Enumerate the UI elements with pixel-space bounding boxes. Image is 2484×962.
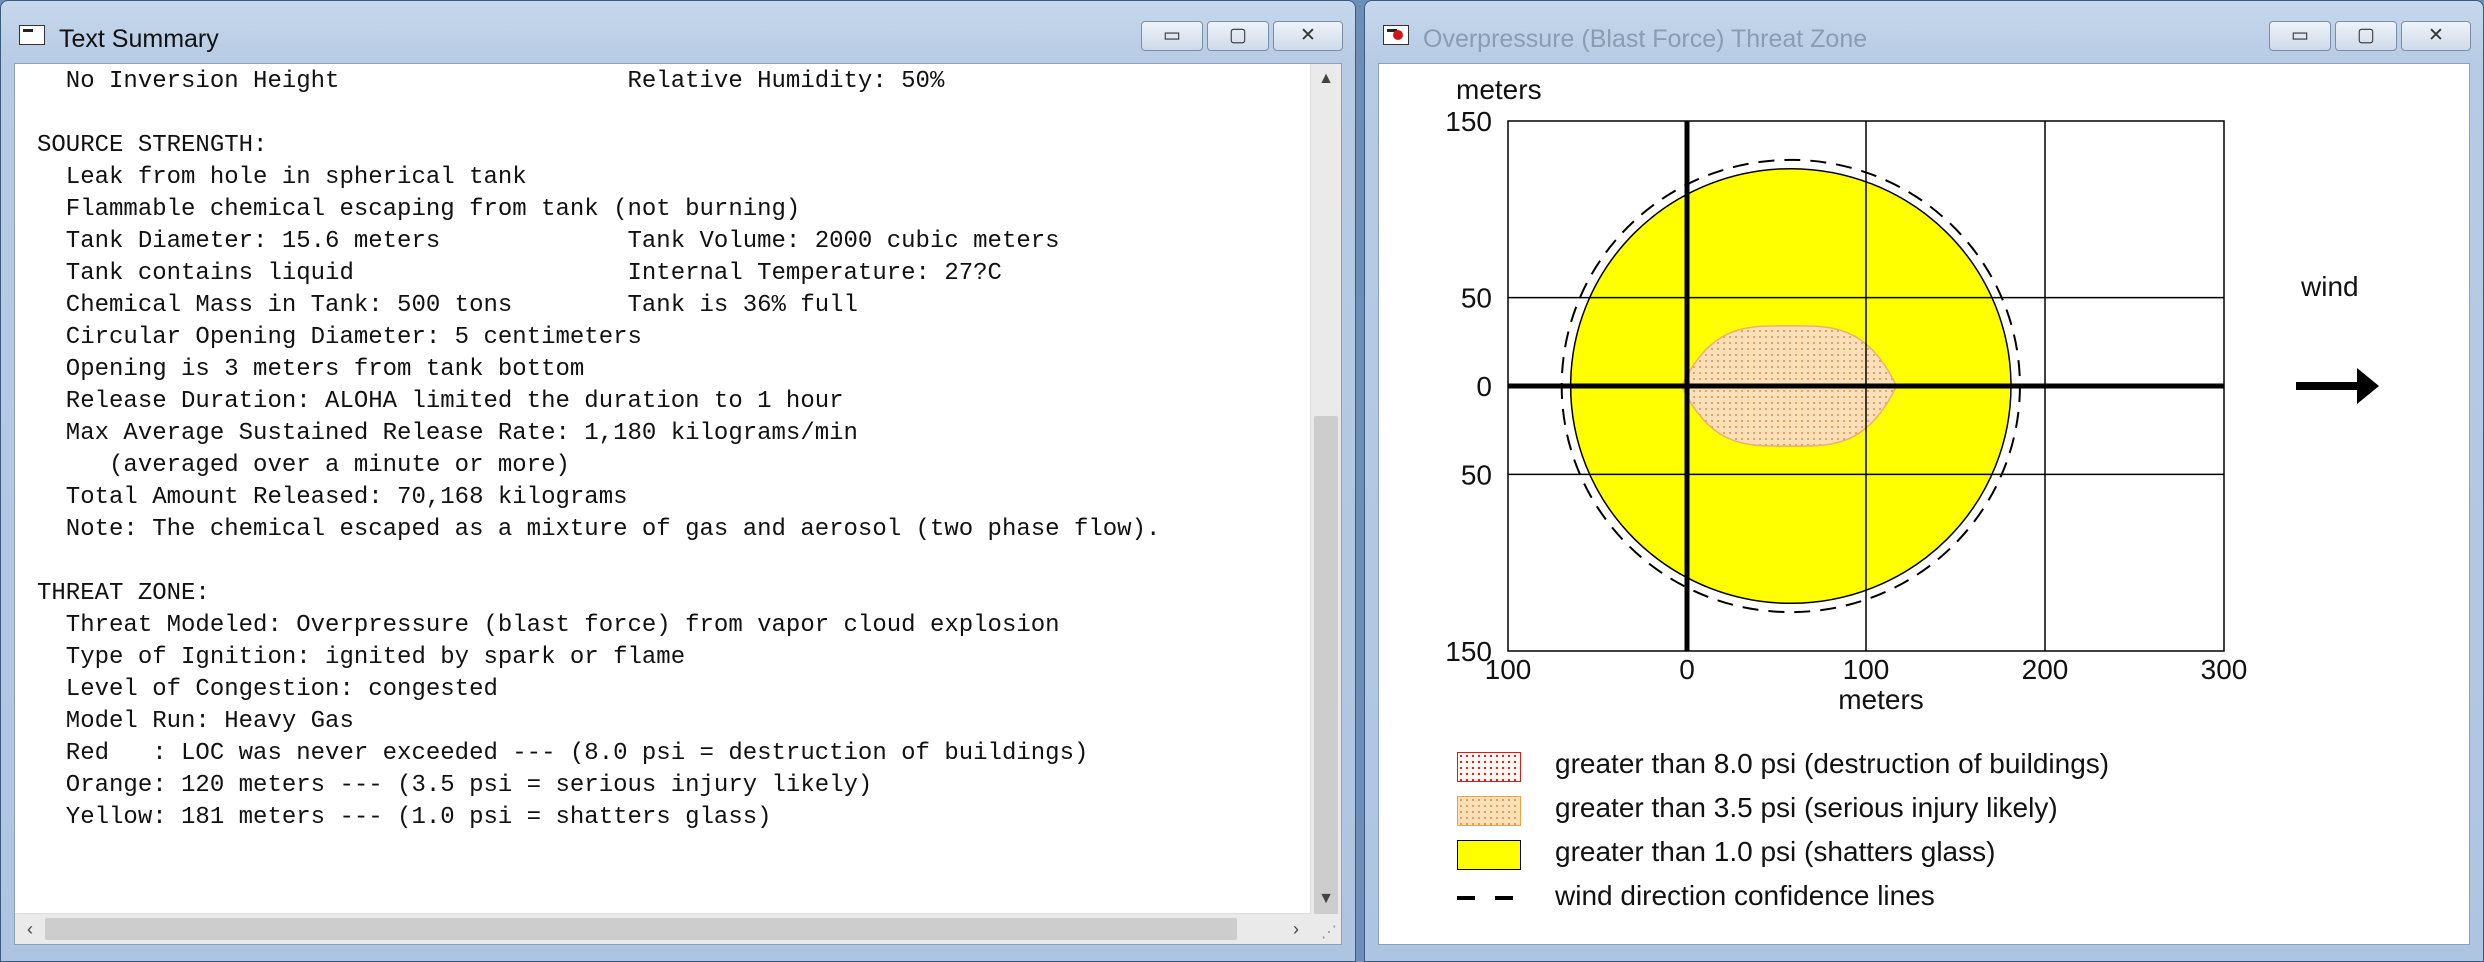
- close-button[interactable]: ✕: [1273, 21, 1343, 51]
- title-bar[interactable]: Overpressure (Blast Force) Threat Zone ▭…: [1365, 1, 2483, 63]
- window-app-icon: [19, 25, 45, 45]
- summary-line: [37, 546, 1311, 578]
- vertical-scroll-thumb[interactable]: [1314, 416, 1338, 938]
- title-bar[interactable]: Text Summary ▭ ▢ ✕: [1, 1, 1355, 63]
- x-tick-label: 200: [2022, 654, 2069, 685]
- summary-line: (averaged over a minute or more): [37, 452, 570, 479]
- summary-line: Circular Opening Diameter: 5 centimeters: [37, 324, 642, 351]
- legend-label: greater than 1.0 psi (shatters glass): [1555, 836, 1996, 867]
- scroll-up-icon[interactable]: ▲: [1311, 64, 1341, 94]
- summary-line: [37, 98, 1311, 130]
- summary-line: Note: The chemical escaped as a mixture …: [37, 516, 1161, 543]
- x-tick-label: 0: [1679, 654, 1695, 685]
- vertical-scrollbar[interactable]: ▲ ▼: [1310, 64, 1341, 938]
- summary-line: Leak from hole in spherical tank: [37, 164, 527, 191]
- x-tick-label: 100: [1843, 654, 1890, 685]
- y-tick-label: 50: [1461, 283, 1492, 314]
- summary-line: THREAT ZONE:: [37, 580, 210, 607]
- legend-label: wind direction confidence lines: [1555, 880, 1935, 911]
- summary-text-area[interactable]: No Inversion Height Relative Humidity: 5…: [15, 64, 1311, 914]
- threat-zone-plot-pane: 100 0 100 200 300 150 50 0 50 150 meters meters wind…: [1378, 63, 2470, 945]
- summary-line: Max Average Sustained Release Rate: 1,18…: [37, 420, 858, 447]
- summary-line: SOURCE STRENGTH:: [37, 132, 268, 159]
- legend-swatch-red: [1457, 752, 1521, 782]
- summary-line: Chemical Mass in Tank: 500 tons Tank is …: [37, 292, 858, 319]
- legend-swatch-yellow: [1457, 840, 1521, 870]
- summary-line: Tank Diameter: 15.6 meters Tank Volume: …: [37, 228, 1060, 255]
- summary-line: Type of Ignition: ignited by spark or fl…: [37, 644, 686, 671]
- resize-grip-icon[interactable]: [1311, 914, 1341, 944]
- summary-line: Flammable chemical escaping from tank (n…: [37, 196, 801, 223]
- y-tick-label: 0: [1476, 371, 1492, 402]
- legend-swatch-dash: [1457, 896, 1521, 900]
- summary-line: Orange: 120 meters --- (3.5 psi = seriou…: [37, 772, 873, 799]
- maximize-button[interactable]: ▢: [1207, 21, 1269, 51]
- minimize-button[interactable]: ▭: [1141, 21, 1203, 51]
- scroll-right-icon[interactable]: ›: [1281, 914, 1311, 944]
- summary-line: Model Run: Heavy Gas: [37, 708, 354, 735]
- y-tick-label: 150: [1445, 106, 1492, 137]
- summary-line: Opening is 3 meters from tank bottom: [37, 356, 585, 383]
- summary-line: Tank contains liquid Internal Temperatur…: [37, 260, 1002, 287]
- scroll-left-icon[interactable]: ‹: [15, 914, 45, 944]
- horizontal-scroll-thumb[interactable]: [45, 918, 1237, 940]
- wind-arrowhead-icon: [2357, 368, 2379, 404]
- x-axis-label: meters: [1838, 684, 1924, 715]
- summary-line: Release Duration: ALOHA limited the dura…: [37, 388, 844, 415]
- summary-line: Yellow: 181 meters --- (1.0 psi = shatte…: [37, 804, 772, 831]
- window-title: Text Summary: [59, 25, 219, 53]
- legend-swatch-orange: [1457, 796, 1521, 826]
- minimize-button[interactable]: ▭: [2269, 21, 2331, 51]
- x-tick-label: 300: [2201, 654, 2248, 685]
- scroll-down-icon[interactable]: ▼: [1311, 884, 1341, 914]
- text-summary-window: Text Summary ▭ ▢ ✕ No Inversion Height R…: [0, 0, 1356, 962]
- window-title: Overpressure (Blast Force) Threat Zone: [1423, 25, 1868, 53]
- y-tick-label: 150: [1445, 636, 1492, 667]
- summary-line: Level of Congestion: congested: [37, 676, 498, 703]
- summary-line: Red : LOC was never exceeded --- (8.0 ps…: [37, 740, 1089, 767]
- legend-label: greater than 3.5 psi (serious injury lik…: [1555, 792, 2058, 823]
- text-summary-pane: No Inversion Height Relative Humidity: 5…: [14, 63, 1342, 945]
- horizontal-scrollbar[interactable]: ‹ ›: [15, 913, 1311, 944]
- threat-zone-window: Overpressure (Blast Force) Threat Zone ▭…: [1364, 0, 2484, 962]
- close-button[interactable]: ✕: [2401, 21, 2471, 51]
- window-app-icon: [1383, 25, 1409, 45]
- y-axis-label: meters: [1456, 74, 1542, 105]
- legend-label: greater than 8.0 psi (destruction of bui…: [1555, 748, 2110, 779]
- maximize-button[interactable]: ▢: [2335, 21, 2397, 51]
- y-tick-label: 50: [1461, 459, 1492, 490]
- summary-line: Threat Modeled: Overpressure (blast forc…: [37, 612, 1060, 639]
- wind-label: wind: [2300, 271, 2359, 302]
- summary-line: No Inversion Height Relative Humidity: 5…: [37, 68, 945, 95]
- summary-line: Total Amount Released: 70,168 kilograms: [37, 484, 628, 511]
